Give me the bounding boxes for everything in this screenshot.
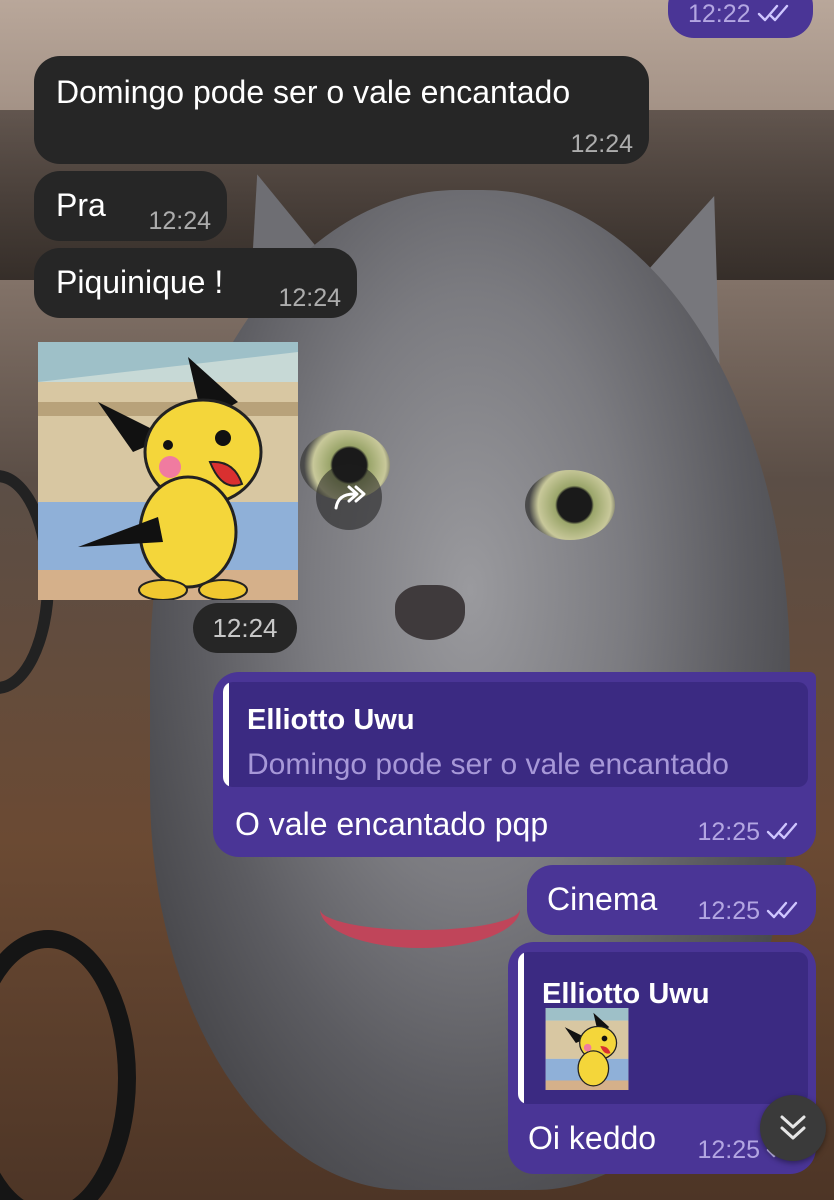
message-bubble-outgoing[interactable]: Cinema 12:25 <box>527 865 816 935</box>
message-bubble-incoming[interactable]: Domingo pode ser o vale encantado 12:24 <box>34 56 649 164</box>
double-check-icon <box>766 897 800 925</box>
message-time-row: 12:22 <box>688 0 791 28</box>
wallpaper-cat-collar <box>320 870 520 948</box>
message-time: 12:22 <box>688 0 751 28</box>
message-time: 12:25 <box>697 897 760 925</box>
reply-preview[interactable]: Elliotto Uwu Domingo pode ser o vale enc… <box>223 682 808 787</box>
share-button[interactable] <box>316 464 382 530</box>
reply-accent-bar <box>223 682 229 787</box>
message-bubble-incoming[interactable]: Pra 12:24 <box>34 171 227 241</box>
wallpaper-cat-eye <box>525 470 615 540</box>
message-time: 12:24 <box>148 207 211 235</box>
message-time: 12:24 <box>570 130 633 158</box>
message-time-row: 12:25 <box>697 897 800 925</box>
message-bubble-outgoing[interactable]: Elliotto Uwu Domingo pode ser o vale enc… <box>213 672 816 857</box>
message-text: Piquinique ! <box>56 264 224 300</box>
sticker-image[interactable] <box>38 342 298 600</box>
message-text: O vale encantado pqp <box>235 806 549 842</box>
reply-author: Elliotto Uwu <box>542 978 710 1010</box>
wallpaper-iron-chair <box>0 930 136 1200</box>
forward-arrow-icon <box>316 485 382 534</box>
reply-sticker-thumbnail <box>545 1008 629 1090</box>
message-bubble-incoming[interactable]: Piquinique ! 12:24 <box>34 248 357 318</box>
message-text: Pra <box>56 187 106 223</box>
double-check-icon <box>757 0 791 28</box>
message-text: Oi keddo <box>528 1120 657 1156</box>
double-chevron-down-icon <box>760 1115 826 1165</box>
message-time: 12:25 <box>697 1136 760 1164</box>
message-text: Cinema <box>547 881 658 917</box>
message-bubble-outgoing[interactable]: 12:22 <box>668 0 813 38</box>
message-time-row: 12:25 <box>697 818 800 846</box>
scroll-to-bottom-button[interactable] <box>760 1095 826 1161</box>
reply-author: Elliotto Uwu <box>247 704 415 736</box>
double-check-icon <box>766 818 800 846</box>
reply-accent-bar <box>518 952 524 1104</box>
reply-quoted-text: Domingo pode ser o vale encantado <box>247 748 729 781</box>
message-time: 12:24 <box>278 284 341 312</box>
message-time: 12:25 <box>697 818 760 846</box>
wallpaper-cat-nose <box>395 585 465 640</box>
message-time: 12:24 <box>193 603 297 653</box>
message-text: Domingo pode ser o vale encantado <box>56 74 571 110</box>
